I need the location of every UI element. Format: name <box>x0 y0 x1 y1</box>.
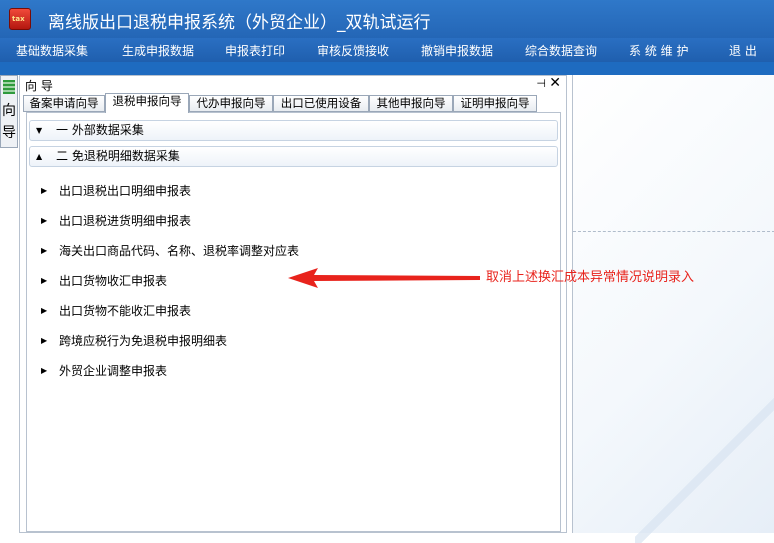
tree-item-label: 出口货物不能收汇申报表 <box>59 304 192 318</box>
triangle-right-icon: ▶ <box>41 186 48 195</box>
tax-app-icon: tax <box>9 8 31 30</box>
tree-item-label: 外贸企业调整申报表 <box>59 364 168 378</box>
tree-item-label: 出口货物收汇申报表 <box>59 274 168 288</box>
section-label: 二 免退税明细数据采集 <box>56 149 180 163</box>
tree-item-label: 出口退税进货明细申报表 <box>59 214 192 228</box>
section-label: 一 外部数据采集 <box>56 123 144 137</box>
grip-icon <box>3 80 15 94</box>
right-background <box>572 75 774 543</box>
section-external-data[interactable]: ▼ 一 外部数据采集 <box>29 120 558 141</box>
annotation-text: 取消上述换汇成本异常情况说明录入 <box>486 270 695 285</box>
side-tab-label: 向导 <box>2 103 16 141</box>
triangle-right-icon: ▶ <box>41 366 48 375</box>
toolbar-band <box>0 62 774 75</box>
guide-tabs: 备案申请向导 退税申报向导 代办申报向导 出口已使用设备 其他申报向导 证明申报… <box>23 93 563 113</box>
annotation-arrow-icon <box>288 268 480 288</box>
chevron-down-icon: ▼ <box>36 126 43 135</box>
close-icon[interactable]: ✕ <box>549 75 561 91</box>
guide-panel: 向 导 ⊣ ✕ 备案申请向导 退税申报向导 代办申报向导 出口已使用设备 其他申… <box>19 75 567 533</box>
decorative-lines <box>635 383 774 543</box>
menu-revoke-declaration[interactable]: 撤销申报数据 <box>421 42 493 59</box>
tab-filing-guide[interactable]: 备案申请向导 <box>23 95 105 112</box>
guide-tree: ▼ 一 外部数据采集 ▲ 二 免退税明细数据采集 ▶ 出口退税出口明细申报表 ▶… <box>26 112 561 532</box>
triangle-right-icon: ▶ <box>41 216 48 225</box>
tab-refund-guide[interactable]: 退税申报向导 <box>105 93 189 113</box>
tab-other-guide[interactable]: 其他申报向导 <box>369 95 453 112</box>
triangle-right-icon: ▶ <box>41 306 48 315</box>
app-icon-text: tax <box>12 15 25 23</box>
title-bar: tax 离线版出口退税申报系统（外贸企业）_双轨试运行 <box>0 0 774 38</box>
menu-print-forms[interactable]: 申报表打印 <box>225 42 285 59</box>
menu-generate-declaration[interactable]: 生成申报数据 <box>122 42 194 59</box>
menu-exit[interactable]: 退 出 <box>729 42 757 59</box>
menu-bar: 基础数据采集 生成申报数据 申报表打印 审核反馈接收 撤销申报数据 综合数据查询… <box>0 38 774 62</box>
tab-agent-guide[interactable]: 代办申报向导 <box>189 95 273 112</box>
side-tab-guide[interactable]: 向导 <box>0 75 18 148</box>
section-refund-detail[interactable]: ▲ 二 免退税明细数据采集 <box>29 146 558 167</box>
tab-certificate-guide[interactable]: 证明申报向导 <box>453 95 537 112</box>
window-title: 离线版出口退税申报系统（外贸企业）_双轨试运行 <box>48 13 431 33</box>
panel-title: 向 导 <box>25 79 53 93</box>
tree-item-label: 出口退税出口明细申报表 <box>59 184 192 198</box>
pin-icon[interactable]: ⊣ <box>536 77 546 90</box>
triangle-right-icon: ▶ <box>41 336 48 345</box>
menu-basic-data-collection[interactable]: 基础数据采集 <box>16 42 88 59</box>
menu-audit-feedback[interactable]: 审核反馈接收 <box>317 42 389 59</box>
tree-item-label: 跨境应税行为免退税申报明细表 <box>59 334 228 348</box>
menu-system-maintenance[interactable]: 系 统 维 护 <box>629 42 688 59</box>
dashed-divider <box>573 231 774 232</box>
chevron-up-icon: ▲ <box>36 152 43 161</box>
menu-data-query[interactable]: 综合数据查询 <box>525 42 597 59</box>
triangle-right-icon: ▶ <box>41 246 48 255</box>
tab-used-equipment[interactable]: 出口已使用设备 <box>273 95 369 112</box>
tree-item-label: 海关出口商品代码、名称、退税率调整对应表 <box>59 244 300 258</box>
triangle-right-icon: ▶ <box>41 276 48 285</box>
